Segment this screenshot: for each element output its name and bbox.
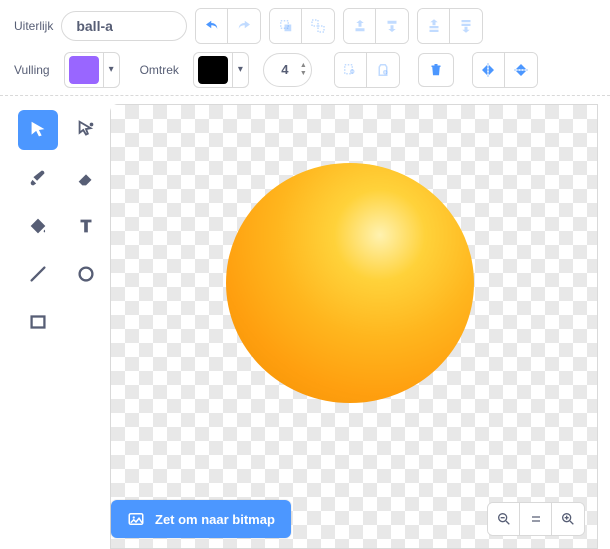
- front-button[interactable]: [418, 9, 450, 43]
- costume-artwork[interactable]: [226, 163, 474, 403]
- copy-button[interactable]: [335, 53, 367, 87]
- outline-width-value: 4: [278, 62, 292, 77]
- line-icon: [27, 263, 49, 285]
- delete-group: [418, 53, 454, 87]
- zoom-controls: [487, 502, 585, 536]
- flip-vertical-button[interactable]: [505, 53, 537, 87]
- costume-label: Uiterlijk: [14, 19, 53, 33]
- caret-down-icon: ▾: [103, 53, 119, 87]
- costume-name-input[interactable]: [61, 11, 187, 41]
- eraser-icon: [75, 167, 97, 189]
- line-tool[interactable]: [18, 254, 58, 294]
- delete-button[interactable]: [418, 53, 454, 87]
- zoom-out-icon: [496, 511, 512, 527]
- outline-width-field[interactable]: 4 ▲ ▼: [263, 53, 312, 87]
- paste-icon: [374, 61, 392, 79]
- cursor-icon: [27, 119, 49, 141]
- convert-to-bitmap-label: Zet om naar bitmap: [155, 512, 275, 527]
- width-down[interactable]: ▼: [300, 70, 307, 77]
- brush-tool[interactable]: [18, 158, 58, 198]
- front-back-group: [417, 8, 483, 44]
- reshape-tool[interactable]: [66, 110, 106, 150]
- image-icon: [127, 510, 145, 528]
- layer-up-down-group: [343, 8, 409, 44]
- backward-button[interactable]: [376, 9, 408, 43]
- layer-forward-icon: [351, 17, 369, 35]
- outline-label: Omtrek: [140, 63, 179, 77]
- fill-label: Vulling: [14, 63, 50, 77]
- fill-color-picker[interactable]: ▾: [64, 52, 120, 88]
- copy-paste-group: [334, 52, 400, 88]
- flip-vertical-icon: [512, 61, 530, 79]
- layer-front-icon: [425, 17, 443, 35]
- layer-back-icon: [457, 17, 475, 35]
- width-up[interactable]: ▲: [300, 62, 307, 69]
- zoom-reset-icon: [528, 511, 544, 527]
- convert-to-bitmap-button[interactable]: Zet om naar bitmap: [111, 500, 291, 538]
- select-tool[interactable]: [18, 110, 58, 150]
- zoom-in-icon: [560, 511, 576, 527]
- zoom-out-button[interactable]: [488, 503, 520, 535]
- rectangle-icon: [27, 311, 49, 333]
- brush-icon: [27, 167, 49, 189]
- zoom-in-button[interactable]: [552, 503, 584, 535]
- circle-icon: [75, 263, 97, 285]
- rectangle-tool[interactable]: [18, 302, 58, 342]
- group-ungroup-group: [269, 8, 335, 44]
- layer-backward-icon: [383, 17, 401, 35]
- reshape-icon: [75, 119, 97, 141]
- flip-horizontal-button[interactable]: [473, 53, 505, 87]
- flip-group: [472, 52, 538, 88]
- outline-color-picker[interactable]: ▾: [193, 52, 249, 88]
- zoom-reset-button[interactable]: [520, 503, 552, 535]
- back-button[interactable]: [450, 9, 482, 43]
- ungroup-button[interactable]: [302, 9, 334, 43]
- trash-icon: [427, 61, 445, 79]
- copy-icon: [341, 61, 359, 79]
- text-tool[interactable]: [66, 206, 106, 246]
- toolbox: [0, 96, 110, 549]
- flip-horizontal-icon: [479, 61, 497, 79]
- caret-down-icon: ▾: [232, 53, 248, 87]
- fill-swatch: [69, 56, 99, 84]
- forward-button[interactable]: [344, 9, 376, 43]
- undo-icon: [203, 17, 221, 35]
- eraser-tool[interactable]: [66, 158, 106, 198]
- ungroup-icon: [309, 17, 327, 35]
- undo-button[interactable]: [196, 9, 228, 43]
- outline-swatch: [198, 56, 228, 84]
- undo-redo-group: [195, 8, 261, 44]
- circle-tool[interactable]: [66, 254, 106, 294]
- redo-button[interactable]: [228, 9, 260, 43]
- redo-icon: [235, 17, 253, 35]
- canvas[interactable]: Zet om naar bitmap: [110, 104, 598, 549]
- bucket-icon: [27, 215, 49, 237]
- fill-tool[interactable]: [18, 206, 58, 246]
- group-button[interactable]: [270, 9, 302, 43]
- paste-button[interactable]: [367, 53, 399, 87]
- text-icon: [75, 215, 97, 237]
- group-icon: [277, 17, 295, 35]
